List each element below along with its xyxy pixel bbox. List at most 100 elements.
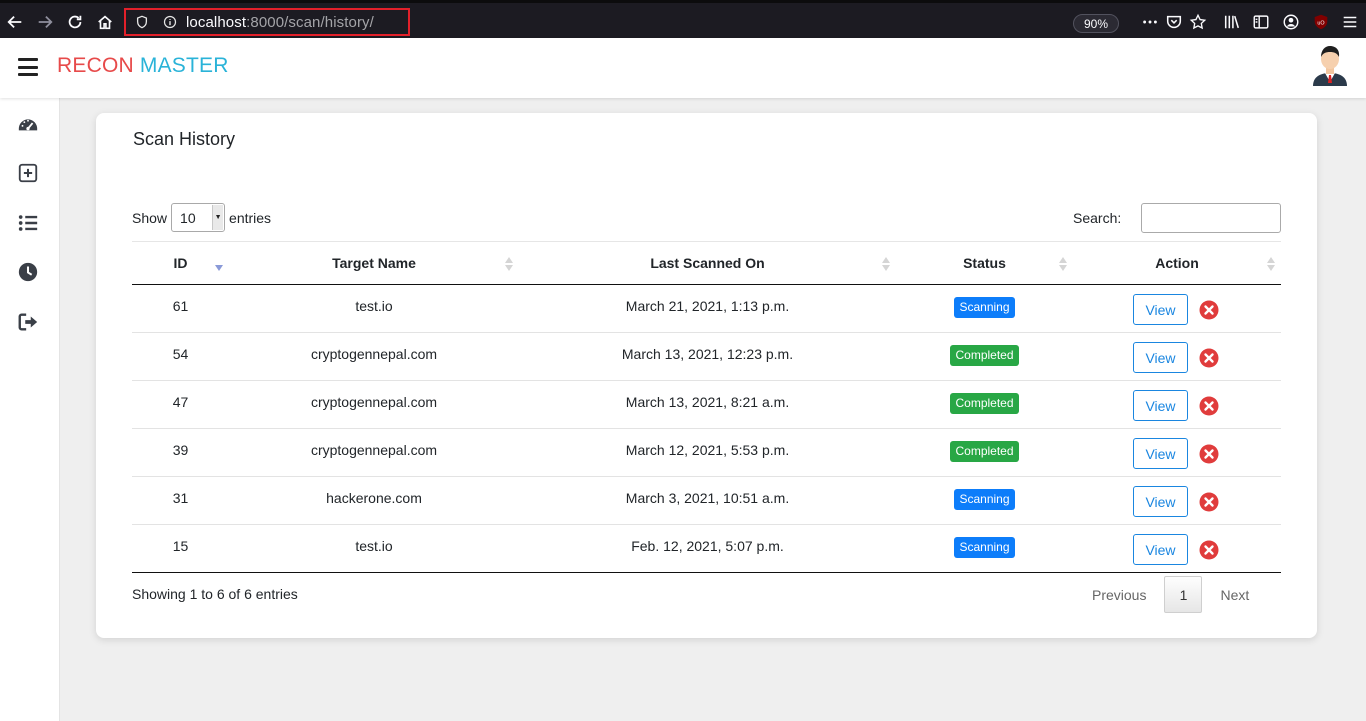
cell-id: 15 (132, 524, 229, 573)
cell-target: cryptogennepal.com (229, 380, 519, 429)
table-row: 15 test.io Feb. 12, 2021, 5:07 p.m. Scannin… (132, 524, 1281, 573)
user-avatar[interactable] (1310, 42, 1350, 86)
table-header-row: ID Target Name Last Scanned On Status Ac… (132, 241, 1281, 285)
library-icon[interactable] (1222, 12, 1242, 32)
cell-target: cryptogennepal.com (229, 428, 519, 477)
status-badge: Scanning (954, 489, 1015, 510)
hamburger-menu-icon[interactable] (18, 58, 38, 76)
zoom-level[interactable]: 90% (1073, 14, 1119, 33)
row-actions: View (1073, 438, 1281, 469)
sort-icon (1059, 257, 1067, 271)
shield-icon[interactable] (134, 14, 150, 30)
cell-last-scanned: Feb. 12, 2021, 5:07 p.m. (519, 524, 896, 573)
reload-icon[interactable] (64, 11, 86, 33)
row-actions: View (1073, 486, 1281, 517)
cell-status: Completed (896, 332, 1073, 381)
column-header-last-scanned[interactable]: Last Scanned On (519, 241, 896, 285)
url-path: :8000/scan/history/ (246, 13, 374, 31)
cell-last-scanned: March 13, 2021, 12:23 p.m. (519, 332, 896, 381)
entries-label: entries (229, 209, 272, 226)
logout-icon[interactable] (16, 310, 40, 334)
address-bar[interactable]: localhost:8000/scan/history/ (124, 8, 410, 36)
url-host: localhost (186, 13, 247, 31)
cell-last-scanned: March 13, 2021, 8:21 a.m. (519, 380, 896, 429)
page-1-button[interactable]: 1 (1164, 576, 1203, 613)
menu-icon[interactable] (1340, 12, 1360, 32)
view-button[interactable]: View (1133, 294, 1188, 325)
bookmark-star-icon[interactable] (1188, 12, 1208, 32)
home-icon[interactable] (94, 11, 116, 33)
ublock-icon[interactable]: uO (1311, 12, 1331, 32)
cell-status: Scanning (896, 524, 1073, 573)
table-row: 54 cryptogennepal.com March 13, 2021, 12:2… (132, 332, 1281, 381)
cell-status: Completed (896, 380, 1073, 429)
view-button[interactable]: View (1133, 534, 1188, 565)
delete-x-icon[interactable] (1199, 540, 1219, 560)
cell-target: hackerone.com (229, 476, 519, 525)
app-header: RECON MASTER (0, 38, 1366, 98)
column-header-status[interactable]: Status (896, 241, 1073, 285)
chevron-down-icon: ▼ (212, 205, 224, 230)
entries-select[interactable]: 10 ▼ (171, 203, 226, 232)
column-header-target[interactable]: Target Name (229, 241, 519, 285)
column-header-status-label: Status (963, 255, 1006, 271)
pocket-icon[interactable] (1164, 12, 1184, 32)
status-badge: Scanning (954, 537, 1015, 558)
view-button[interactable]: View (1133, 486, 1188, 517)
column-header-action[interactable]: Action (1073, 241, 1281, 285)
status-badge: Completed (950, 345, 1019, 366)
row-actions: View (1073, 294, 1281, 325)
delete-x-icon[interactable] (1199, 300, 1219, 320)
view-button[interactable]: View (1133, 342, 1188, 373)
cell-id: 47 (132, 380, 229, 429)
delete-x-icon[interactable] (1199, 348, 1219, 368)
search-input[interactable] (1141, 203, 1282, 233)
table-row: 39 cryptogennepal.com March 12, 2021, 5:53… (132, 428, 1281, 477)
sort-icon (1267, 257, 1275, 271)
status-badge: Completed (950, 393, 1019, 414)
sidebar-toggle-icon[interactable] (1251, 12, 1271, 32)
view-button[interactable]: View (1133, 390, 1188, 421)
cell-id: 54 (132, 332, 229, 381)
account-icon[interactable] (1281, 12, 1301, 32)
entries-select-value: 10 (180, 209, 196, 226)
table-body: 61 test.io March 21, 2021, 1:13 p.m. Scanni… (132, 284, 1281, 573)
clock-history-icon[interactable] (16, 260, 40, 284)
next-page-button[interactable]: Next (1220, 587, 1249, 603)
cell-action: View (1073, 428, 1281, 477)
table-row: 61 test.io March 21, 2021, 1:13 p.m. Scanni… (132, 284, 1281, 333)
cell-id: 39 (132, 428, 229, 477)
svg-text:uO: uO (1317, 20, 1324, 26)
search-label: Search: (1073, 210, 1122, 226)
url-text: localhost:8000/scan/history/ (186, 14, 374, 31)
row-actions: View (1073, 342, 1281, 373)
cell-status: Scanning (896, 284, 1073, 333)
column-header-last-scanned-label: Last Scanned On (650, 255, 765, 271)
status-badge: Scanning (954, 297, 1015, 318)
more-icon[interactable] (1140, 12, 1160, 32)
back-arrow-icon[interactable] (4, 11, 26, 33)
delete-x-icon[interactable] (1199, 492, 1219, 512)
info-icon[interactable] (162, 14, 178, 30)
cell-status: Completed (896, 428, 1073, 477)
cell-target: cryptogennepal.com (229, 332, 519, 381)
previous-page-button[interactable]: Previous (1092, 587, 1146, 603)
sort-icon (882, 257, 890, 271)
delete-x-icon[interactable] (1199, 444, 1219, 464)
cell-id: 61 (132, 284, 229, 333)
cell-id: 31 (132, 476, 229, 525)
page-title: Scan History (133, 129, 236, 149)
list-icon[interactable] (16, 211, 40, 235)
delete-x-icon[interactable] (1199, 396, 1219, 416)
dashboard-gauge-icon[interactable] (16, 112, 40, 136)
forward-arrow-icon[interactable] (34, 11, 56, 33)
cell-last-scanned: March 12, 2021, 5:53 p.m. (519, 428, 896, 477)
sidebar (0, 98, 60, 721)
add-scan-icon[interactable] (16, 161, 40, 185)
view-button[interactable]: View (1133, 438, 1188, 469)
search-control: Search: (1073, 203, 1282, 233)
cell-status: Scanning (896, 476, 1073, 525)
show-label: Show (132, 209, 168, 226)
brand-logo[interactable]: RECON MASTER (57, 54, 229, 78)
column-header-id[interactable]: ID (132, 241, 229, 285)
